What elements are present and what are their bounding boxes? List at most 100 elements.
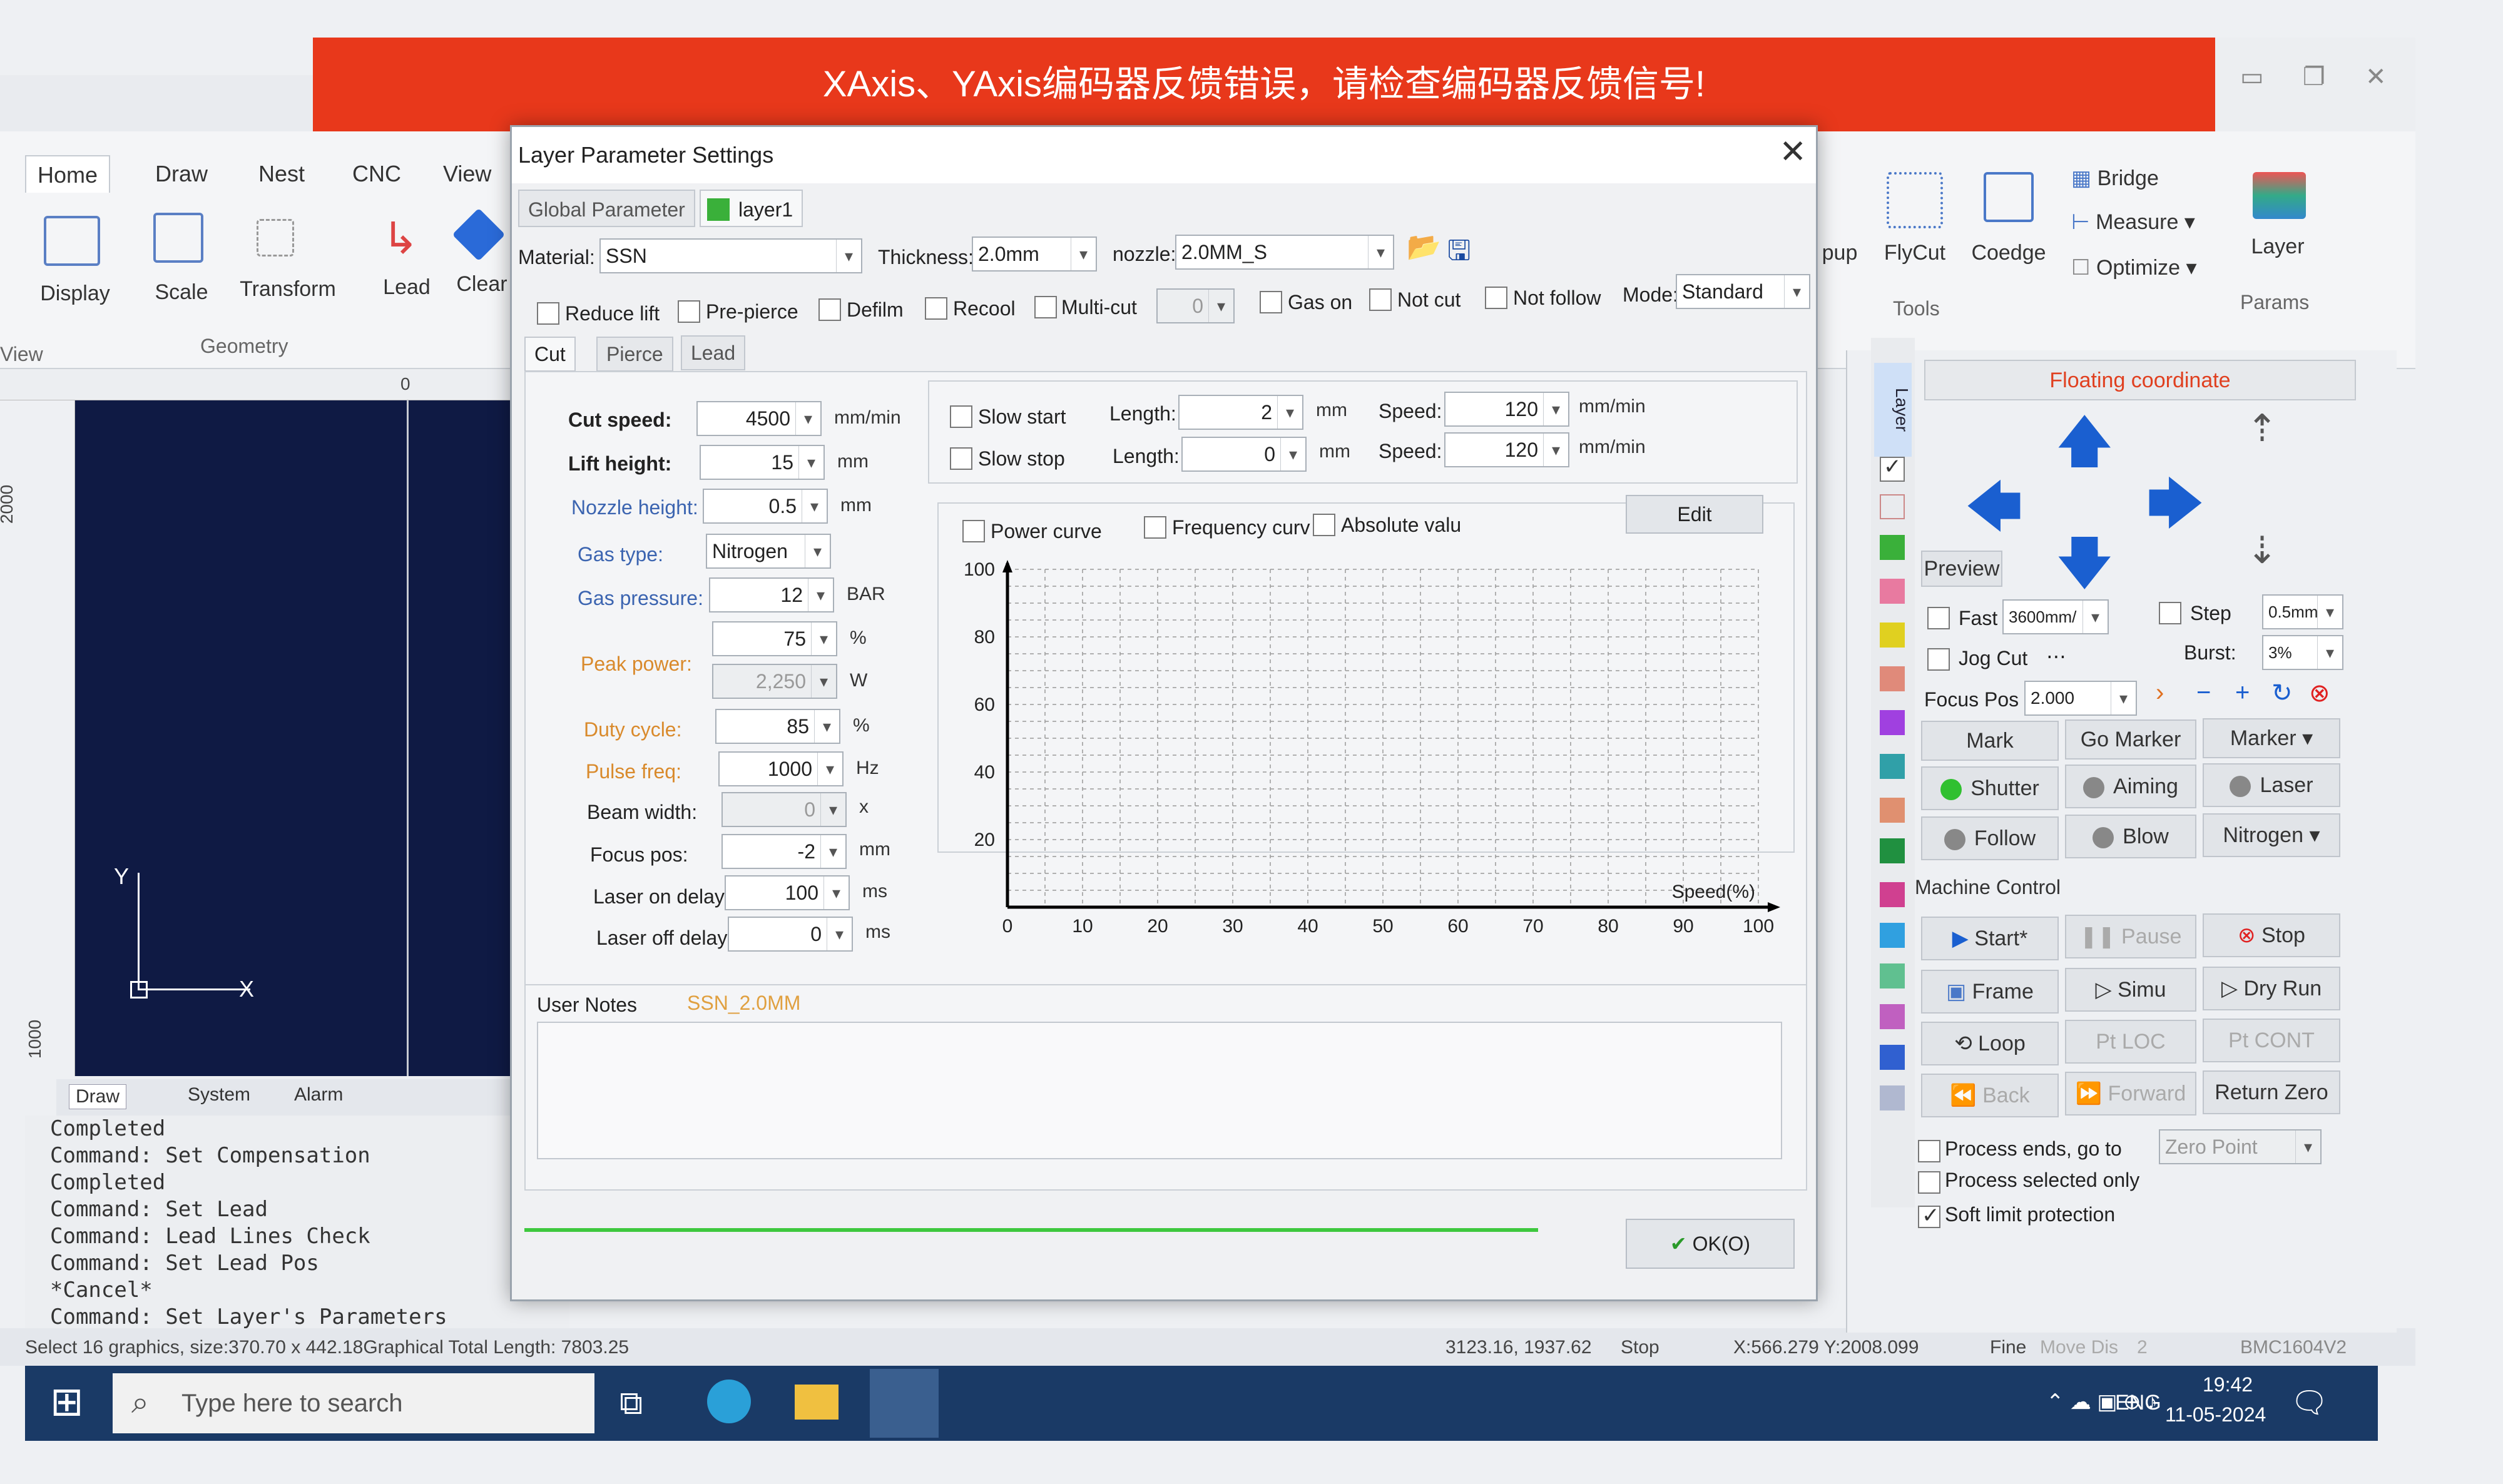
layer-swatch-pink[interactable] bbox=[1880, 579, 1905, 604]
user-notes-textarea[interactable] bbox=[537, 1022, 1782, 1159]
tab-nest[interactable]: Nest bbox=[247, 155, 316, 193]
multi-cut-count[interactable]: 0 ▾ bbox=[1156, 288, 1235, 323]
pup-button[interactable]: pup bbox=[1815, 241, 1865, 265]
peak-power-input[interactable]: 2,250 ▾ bbox=[712, 664, 837, 699]
bridge-button[interactable]: ▦ Bridge bbox=[2071, 166, 2190, 191]
z-down-icon[interactable]: ⇣ bbox=[2246, 529, 2278, 572]
z-up-icon[interactable]: ⇡ bbox=[2246, 407, 2278, 450]
focus-cancel-icon[interactable]: ⊗ bbox=[2309, 679, 2330, 708]
edit-curve-button[interactable]: Edit bbox=[1626, 495, 1763, 534]
focus-minus-icon[interactable]: − bbox=[2196, 679, 2211, 707]
open-folder-icon[interactable]: 📂 bbox=[1407, 230, 1441, 263]
subtab-pierce[interactable]: Pierce bbox=[596, 337, 673, 372]
slow-stop-speed-input[interactable]: 120 ▾ bbox=[1444, 432, 1569, 467]
save-disk-icon[interactable]: 🖫 bbox=[1447, 230, 1471, 277]
task-view-icon[interactable]: ⧉ bbox=[619, 1385, 643, 1423]
aiming-button[interactable]: Aiming bbox=[2065, 765, 2196, 808]
optimize-button[interactable]: ☐ Optimize ▾ bbox=[2071, 255, 2221, 280]
restore-icon[interactable]: ❐ bbox=[2303, 63, 2325, 91]
focus-pos-input[interactable]: -2 ▾ bbox=[721, 834, 847, 869]
power-percent-input[interactable]: 75 ▾ bbox=[712, 621, 837, 656]
slow-start-checkbox[interactable] bbox=[950, 405, 972, 428]
beam-width-input[interactable]: 0 ▾ bbox=[721, 792, 847, 827]
slow-stop-checkbox[interactable] bbox=[950, 447, 972, 470]
speed-curve-chart[interactable]: 0 10 20 30 40 50 60 70 80 90 100 20 40 60 80 100 Speed(%… bbox=[939, 551, 1802, 951]
focus-next-icon[interactable]: › bbox=[2156, 679, 2164, 707]
forward-button[interactable]: ⏩ Forward bbox=[2065, 1072, 2196, 1116]
layer-swatch-yellow[interactable] bbox=[1880, 623, 1905, 648]
dialog-close-icon[interactable]: ✕ bbox=[1779, 133, 1807, 171]
nozzle-select[interactable]: 2.0MM_S ▾ bbox=[1175, 235, 1394, 270]
file-explorer-icon[interactable] bbox=[795, 1385, 839, 1420]
process-ends-checkbox[interactable] bbox=[1918, 1140, 1940, 1162]
start-button[interactable]: ▶ Start* bbox=[1921, 917, 2059, 960]
reduce-lift-checkbox[interactable] bbox=[537, 302, 559, 325]
transform-button[interactable]: Transform bbox=[232, 277, 344, 302]
tab-cnc[interactable]: CNC bbox=[341, 155, 412, 193]
simu-button[interactable]: ▷ Simu bbox=[2065, 968, 2196, 1012]
mode-select[interactable]: Standard ▾ bbox=[1676, 274, 1810, 309]
preview-button[interactable]: Preview bbox=[1921, 551, 2002, 587]
taskbar-search[interactable]: Type here to search bbox=[113, 1373, 594, 1433]
fast-speed-select[interactable]: 3600mm/ ▾ bbox=[2002, 599, 2109, 634]
scale-button[interactable]: Scale bbox=[141, 280, 222, 305]
layer-swatch-orange[interactable] bbox=[1880, 798, 1905, 823]
jog-cut-more-icon[interactable]: ⋯ bbox=[2046, 644, 2066, 668]
ok-button[interactable]: ✔ OK(O) bbox=[1626, 1219, 1795, 1269]
step-checkbox[interactable] bbox=[2159, 602, 2181, 624]
frame-button[interactable]: ▣ Frame bbox=[1921, 970, 2059, 1014]
layer-swatch-x[interactable] bbox=[1880, 494, 1905, 519]
back-button[interactable]: ⏪ Back bbox=[1921, 1074, 2059, 1117]
soft-limit-checkbox[interactable] bbox=[1918, 1203, 1940, 1228]
slow-start-length-input[interactable]: 2 ▾ bbox=[1178, 395, 1303, 430]
slow-stop-length-input[interactable]: 0 ▾ bbox=[1181, 437, 1307, 472]
notifications-icon[interactable]: 🗨 bbox=[2290, 1385, 2328, 1420]
drawing-canvas[interactable]: Y X bbox=[75, 400, 563, 1076]
status-fine[interactable]: Fine bbox=[1990, 1337, 2026, 1358]
shutter-button[interactable]: Shutter bbox=[1921, 766, 2059, 810]
windows-start-icon[interactable]: ⊞ bbox=[50, 1378, 84, 1425]
clear-button[interactable]: Clear bbox=[451, 272, 513, 297]
absolute-value-checkbox[interactable] bbox=[1313, 514, 1335, 536]
layer-swatch-salmon[interactable] bbox=[1880, 666, 1905, 691]
layer-swatch-blue[interactable] bbox=[1880, 1045, 1905, 1070]
jog-right-arrow-icon[interactable]: 🡆 bbox=[2146, 463, 2205, 559]
laser-on-delay-input[interactable]: 100 ▾ bbox=[725, 875, 850, 910]
gas-on-checkbox[interactable] bbox=[1260, 291, 1282, 313]
gas-pressure-input[interactable]: 12 ▾ bbox=[709, 577, 834, 612]
pulse-freq-input[interactable]: 1000 ▾ bbox=[718, 751, 844, 786]
log-tab-alarm[interactable]: Alarm bbox=[294, 1084, 343, 1105]
tab-draw[interactable]: Draw bbox=[144, 155, 219, 193]
tab-global-parameter[interactable]: Global Parameter bbox=[518, 190, 695, 227]
focus-plus-icon[interactable]: + bbox=[2235, 679, 2250, 707]
layer-visible-checkbox[interactable] bbox=[1880, 454, 1905, 482]
pause-button[interactable]: ❚❚ Pause bbox=[2065, 915, 2196, 958]
gas-type-select[interactable]: Nitrogen ▾ bbox=[706, 534, 831, 569]
layer-button[interactable]: Layer bbox=[2237, 235, 2318, 259]
zero-point-select[interactable]: Zero Point ▾ bbox=[2159, 1129, 2322, 1164]
dry-run-button[interactable]: ▷ Dry Run bbox=[2203, 967, 2340, 1010]
lead-button[interactable]: Lead bbox=[372, 275, 441, 300]
focus-refresh-icon[interactable]: ↻ bbox=[2271, 679, 2293, 708]
cypcut-app-icon[interactable] bbox=[870, 1369, 939, 1438]
defilm-checkbox[interactable] bbox=[818, 298, 841, 321]
floating-coordinate-select[interactable]: Floating coordinate bbox=[1924, 360, 2356, 400]
not-follow-checkbox[interactable] bbox=[1485, 287, 1507, 309]
jog-left-arrow-icon[interactable]: 🡄 bbox=[1965, 466, 2023, 562]
focus-pos-select[interactable]: 2.000 ▾ bbox=[2024, 681, 2137, 716]
layer-swatch-mint[interactable] bbox=[1880, 963, 1905, 988]
tab-home[interactable]: Home bbox=[25, 155, 111, 193]
measure-button[interactable]: ⊢ Measure ▾ bbox=[2071, 210, 2215, 235]
multi-cut-checkbox[interactable] bbox=[1034, 296, 1057, 318]
thickness-select[interactable]: 2.0mm ▾ bbox=[972, 236, 1097, 272]
flycut-button[interactable]: FlyCut bbox=[1874, 241, 1955, 265]
jog-up-arrow-icon[interactable]: 🡅 bbox=[2056, 400, 2114, 496]
lift-height-input[interactable]: 15 ▾ bbox=[700, 445, 825, 480]
language-indicator[interactable]: ENG bbox=[2115, 1391, 2161, 1415]
layer-swatch-violet[interactable] bbox=[1880, 1004, 1905, 1029]
laser-off-delay-input[interactable]: 0 ▾ bbox=[728, 917, 853, 952]
tab-view[interactable]: View bbox=[432, 155, 502, 193]
layer-swatch-sky[interactable] bbox=[1880, 923, 1905, 948]
nitrogen-select[interactable]: Nitrogen ▾ bbox=[2203, 813, 2340, 857]
fast-checkbox[interactable] bbox=[1927, 607, 1950, 629]
